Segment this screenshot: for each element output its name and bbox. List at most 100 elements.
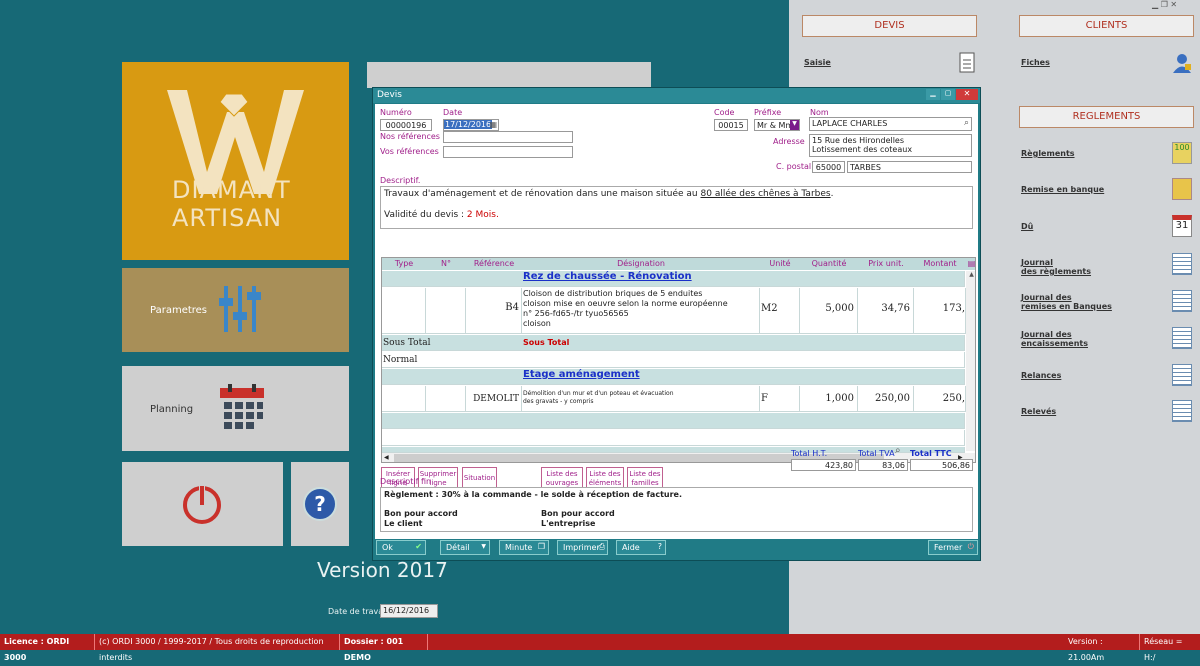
releves-link[interactable]: Relevés bbox=[1021, 407, 1056, 416]
validite-value: 2 Mois. bbox=[466, 210, 499, 220]
table-icon-3[interactable] bbox=[1172, 327, 1192, 349]
vos-references-field[interactable] bbox=[443, 146, 573, 158]
planning-tile[interactable]: Planning bbox=[122, 366, 349, 451]
quit-tile[interactable] bbox=[122, 462, 283, 546]
search-icon[interactable]: ⌕ bbox=[964, 118, 969, 128]
vertical-scrollbar[interactable]: ▲ bbox=[966, 271, 975, 451]
minute-button[interactable]: Minute ❐ bbox=[499, 540, 549, 555]
help-button[interactable]: Aide ? bbox=[616, 540, 666, 555]
code-label: Code bbox=[714, 108, 735, 117]
section-title[interactable]: Rez de chaussée - Rénovation bbox=[522, 271, 760, 287]
dialog-maximize-icon[interactable]: ▢ bbox=[941, 89, 955, 100]
row-montant[interactable]: 250, bbox=[914, 386, 966, 412]
close-icon[interactable]: ✕ bbox=[1170, 0, 1177, 9]
scroll-left-icon[interactable]: ◀ bbox=[384, 454, 389, 461]
cp-field[interactable]: 65000 bbox=[812, 161, 845, 173]
entreprise-label: L'entreprise bbox=[541, 519, 596, 528]
reglements-icon[interactable]: 100 bbox=[1172, 142, 1192, 164]
user-icon[interactable] bbox=[1172, 52, 1192, 74]
table-icon-1[interactable] bbox=[1172, 253, 1192, 275]
reglements-header[interactable]: REGLEMENTS bbox=[1019, 106, 1194, 128]
search-icon[interactable]: ⌕ bbox=[895, 445, 901, 456]
descriptif-fin-label: Descriptif fin bbox=[380, 477, 432, 486]
journal-encaissements-link[interactable]: Journal des encaissements bbox=[1021, 330, 1088, 348]
total-ht-label: Total H.T. bbox=[791, 449, 828, 458]
table-row[interactable] bbox=[382, 386, 426, 412]
parametres-tile[interactable]: Parametres bbox=[122, 268, 349, 352]
remise-banque-link[interactable]: Remise en banque bbox=[1021, 185, 1104, 194]
prefixe-select[interactable]: Mr & Mm ▼ bbox=[754, 119, 800, 131]
col-quantite: Quantité bbox=[800, 258, 858, 270]
code-field[interactable]: 00015 bbox=[714, 119, 748, 131]
table-row[interactable] bbox=[382, 413, 965, 429]
row-quantite[interactable]: 5,000 bbox=[800, 288, 858, 334]
prefixe-label: Préfixe bbox=[754, 108, 782, 117]
nos-references-field[interactable] bbox=[443, 131, 573, 143]
journal-reglements-link[interactable]: Journal des règlements bbox=[1021, 258, 1091, 276]
ok-button[interactable]: Ok ✔ bbox=[376, 540, 426, 555]
du-link[interactable]: Dû bbox=[1021, 222, 1033, 231]
row-designation[interactable]: Démolition d'un mur et d'un poteau et év… bbox=[522, 386, 760, 412]
relances-link[interactable]: Relances bbox=[1021, 371, 1061, 380]
minimize-icon[interactable]: ▁ bbox=[1152, 0, 1158, 9]
table-row[interactable] bbox=[382, 430, 965, 446]
background-tile bbox=[367, 62, 651, 88]
saisie-link[interactable]: Saisie bbox=[804, 58, 831, 67]
descriptif-field[interactable]: Travaux d'aménagement et de rénovation d… bbox=[380, 186, 973, 229]
table-row[interactable] bbox=[382, 288, 426, 334]
total-tva-label: Total TVA bbox=[858, 449, 895, 458]
nom-field[interactable]: LAPLACE CHARLES ⌕ bbox=[809, 117, 972, 131]
document-icon[interactable] bbox=[957, 52, 977, 74]
dialog-minimize-icon[interactable]: ▁ bbox=[926, 89, 940, 100]
close-button[interactable]: Fermer ⏻ bbox=[928, 540, 978, 555]
power-icon: ⏻ bbox=[967, 542, 974, 551]
row-type[interactable]: Sous Total bbox=[382, 335, 430, 351]
fiches-link[interactable]: Fiches bbox=[1021, 58, 1050, 67]
table-icon-4[interactable] bbox=[1172, 364, 1192, 386]
work-date-field[interactable]: 16/12/2016 bbox=[380, 604, 438, 618]
des-line: Démolition d'un mur et d'un poteau et év… bbox=[523, 390, 674, 397]
table-row[interactable] bbox=[382, 352, 965, 368]
date-field[interactable]: 17/12/2016 ▦ bbox=[443, 119, 499, 131]
total-ttc-label: Total TTC bbox=[910, 449, 952, 458]
descriptif-text: Travaux d'aménagement et de rénovation d… bbox=[384, 189, 701, 199]
row-montant[interactable]: 173, bbox=[914, 288, 966, 334]
numero-field[interactable]: 00000196 bbox=[380, 119, 432, 131]
devis-header[interactable]: DEVIS bbox=[802, 15, 977, 37]
row-unite[interactable]: M2 bbox=[760, 288, 800, 334]
calendar-31-icon[interactable]: 31 bbox=[1172, 215, 1192, 237]
adresse-line2: Lotissement des coteaux bbox=[812, 145, 913, 154]
restore-icon[interactable]: ❐ bbox=[1161, 0, 1168, 9]
help-tile[interactable]: ? bbox=[291, 462, 349, 546]
row-prix-unit[interactable]: 34,76 bbox=[858, 288, 914, 334]
grid-settings-icon[interactable]: ▤ bbox=[966, 258, 975, 270]
journal-remises-link[interactable]: Journal des remises en Banques bbox=[1021, 293, 1112, 311]
check-icon: ✔ bbox=[415, 542, 422, 551]
row-reference[interactable]: DEMOLIT bbox=[466, 386, 522, 412]
ok-label: Ok bbox=[382, 543, 393, 552]
soustotal-label[interactable]: Sous Total bbox=[522, 335, 760, 351]
table-icon-5[interactable] bbox=[1172, 400, 1192, 422]
row-reference[interactable]: B4 bbox=[466, 288, 522, 334]
nom-label: Nom bbox=[810, 108, 829, 117]
table-icon-2[interactable] bbox=[1172, 290, 1192, 312]
row-quantite[interactable]: 1,000 bbox=[800, 386, 858, 412]
row-prix-unit[interactable]: 250,00 bbox=[858, 386, 914, 412]
descriptif-fin-field[interactable]: Règlement : 30% à la commande - le solde… bbox=[380, 487, 973, 532]
adresse-field[interactable]: 15 Rue des Hirondelles Lotissement des c… bbox=[809, 134, 972, 157]
section-title[interactable]: Etage aménagement bbox=[522, 369, 760, 385]
print-button[interactable]: Imprimer ⎙ bbox=[557, 540, 608, 555]
bank-icon[interactable] bbox=[1172, 178, 1192, 200]
prefixe-value: Mr & Mm bbox=[757, 121, 794, 130]
detail-button[interactable]: Détail ▼ bbox=[440, 540, 490, 555]
dialog-close-icon[interactable]: ✕ bbox=[956, 89, 978, 100]
chevron-down-icon[interactable]: ▼ bbox=[790, 120, 799, 130]
ville-field[interactable]: TARBES bbox=[847, 161, 972, 173]
row-designation[interactable]: Cloison de distribution briques de 5 end… bbox=[522, 288, 760, 334]
row-type[interactable]: Normal bbox=[382, 352, 426, 368]
date-picker-icon[interactable]: ▦ bbox=[489, 120, 497, 129]
nom-value: LAPLACE CHARLES bbox=[812, 119, 888, 128]
reglements-link[interactable]: Règlements bbox=[1021, 149, 1075, 158]
clients-header[interactable]: CLIENTS bbox=[1019, 15, 1194, 37]
row-unite[interactable]: F bbox=[760, 386, 800, 412]
